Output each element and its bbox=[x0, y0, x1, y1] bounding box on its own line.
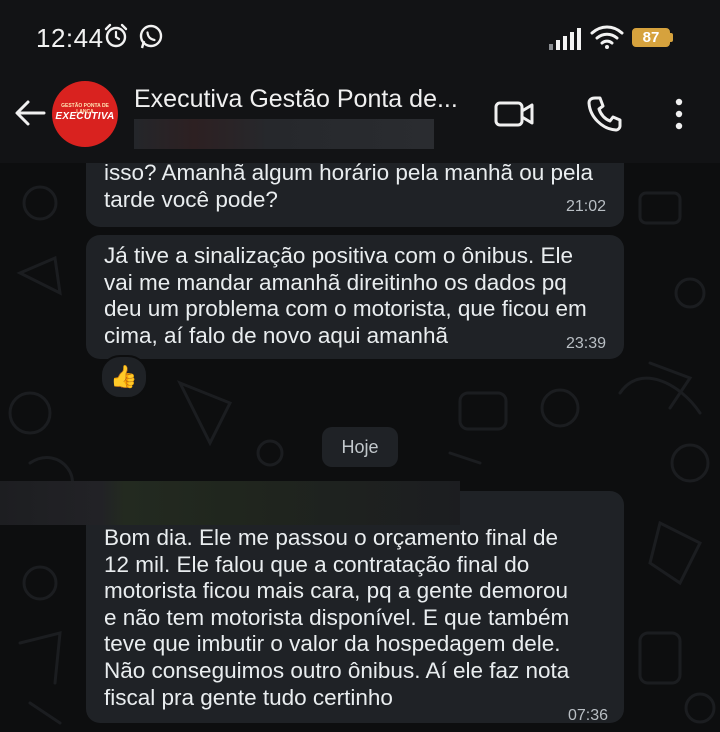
message-bubble-incoming[interactable]: Bom dia. Ele me passou o orçamento final… bbox=[86, 491, 624, 724]
status-time: 12:44 bbox=[36, 23, 104, 53]
message-time: 21:02 bbox=[566, 198, 607, 215]
contact-status-redacted bbox=[134, 119, 434, 149]
message-bubble-incoming[interactable]: isso? Amanhã algum horário pela manhã ou… bbox=[86, 163, 624, 227]
back-arrow-icon[interactable] bbox=[12, 95, 48, 131]
status-bar: 12:44 87 bbox=[0, 0, 720, 75]
phone-call-icon[interactable] bbox=[586, 95, 622, 133]
contact-avatar[interactable]: GESTÃO PONTA DE LANÇA EXECUTIVA bbox=[52, 81, 118, 147]
message-text: Bom dia. Ele me passou o orçamento final… bbox=[104, 525, 570, 710]
wifi-icon bbox=[590, 25, 624, 49]
alarm-icon bbox=[104, 23, 128, 48]
signal-icon bbox=[549, 28, 581, 50]
message-text: Já tive a sinalização positiva com o ôni… bbox=[104, 243, 587, 348]
message-time: 07:36 bbox=[568, 707, 609, 724]
reaction-emoji: 👍 bbox=[110, 364, 138, 389]
battery-cap bbox=[670, 33, 673, 42]
day-divider: Hoje bbox=[322, 427, 398, 467]
message-time: 23:39 bbox=[566, 335, 607, 352]
battery-icon: 87 bbox=[632, 28, 670, 47]
more-options-icon[interactable] bbox=[672, 97, 686, 133]
chat-header: GESTÃO PONTA DE LANÇA EXECUTIVA Executiv… bbox=[0, 75, 720, 163]
reaction-thumbs-up-icon[interactable]: 👍 bbox=[100, 355, 148, 399]
message-text: isso? Amanhã algum horário pela manhã ou… bbox=[104, 163, 594, 212]
whatsapp-icon bbox=[139, 24, 163, 49]
chat-area[interactable]: isso? Amanhã algum horário pela manhã ou… bbox=[0, 163, 720, 732]
contact-name[interactable]: Executiva Gestão Ponta de... bbox=[134, 85, 458, 114]
redacted-area bbox=[0, 481, 460, 525]
video-call-icon[interactable] bbox=[494, 97, 534, 131]
message-bubble-incoming[interactable]: Já tive a sinalização positiva com o ôni… bbox=[86, 235, 624, 359]
avatar-brand: EXECUTIVA bbox=[55, 111, 115, 122]
battery-level: 87 bbox=[642, 29, 660, 46]
